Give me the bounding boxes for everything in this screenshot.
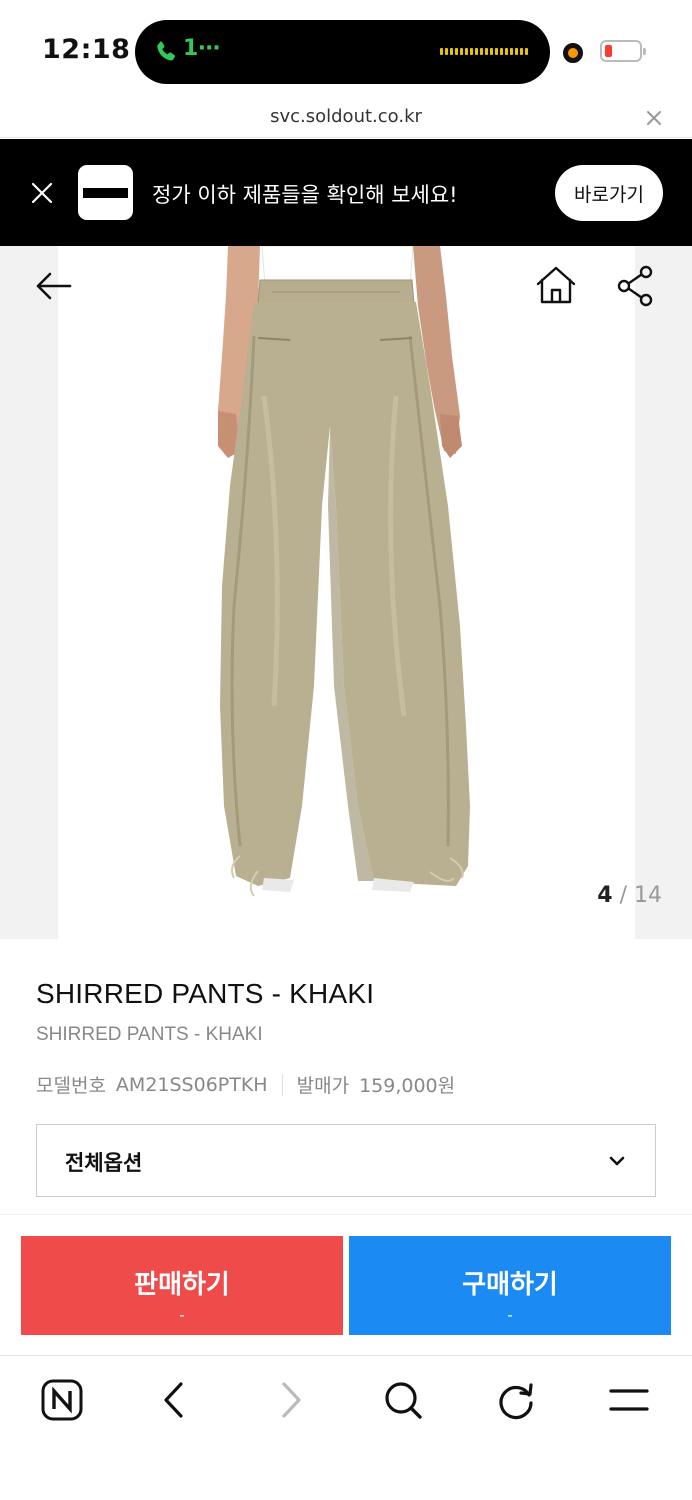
meta-divider [281, 1073, 283, 1096]
buy-button[interactable]: 구매하기 - [349, 1236, 671, 1335]
action-bar: 판매하기 - 구매하기 - [0, 1214, 692, 1356]
image-counter: 4 / 14 [597, 883, 662, 908]
audio-waveform-icon [440, 48, 528, 55]
buy-button-label: 구매하기 [462, 1269, 558, 1299]
go-now-button[interactable]: 바로가기 [555, 165, 663, 221]
url-bar[interactable]: svc.soldout.co.kr [0, 100, 692, 138]
image-current: 4 [597, 883, 613, 908]
status-bar: 12:18 1⋯ [0, 0, 692, 100]
release-price-value: 159,000원 [359, 1075, 456, 1097]
search-icon[interactable] [378, 1375, 428, 1425]
product-photo[interactable] [58, 245, 635, 939]
image-separator: / [612, 883, 634, 908]
sell-button-price: - [179, 1307, 185, 1324]
product-subtitle: SHIRRED PANTS - KHAKI [36, 1024, 263, 1045]
model-label: 모델번호 [36, 1075, 106, 1097]
sell-button[interactable]: 판매하기 - [21, 1236, 343, 1335]
phone-call-icon [157, 41, 176, 61]
home-icon[interactable] [532, 262, 580, 310]
chevron-right-icon[interactable] [265, 1375, 315, 1425]
close-icon[interactable] [642, 106, 666, 130]
chevron-down-icon [609, 1156, 625, 1166]
release-price-label: 발매가 [296, 1075, 350, 1097]
status-time: 12:18 [42, 34, 131, 65]
pants-illustration [218, 245, 470, 897]
back-arrow-icon[interactable] [30, 262, 78, 310]
chevron-left-icon[interactable] [150, 1375, 200, 1425]
call-duration: 1⋯ [183, 36, 221, 61]
banner-close-icon[interactable] [30, 181, 54, 205]
refresh-icon[interactable] [491, 1375, 541, 1425]
option-select-label: 전체옵션 [65, 1151, 143, 1175]
app-promo-banner: 정가 이하 제품들을 확인해 보세요! 바로가기 [0, 139, 692, 246]
sell-button-label: 판매하기 [134, 1269, 230, 1299]
option-select[interactable]: 전체옵션 [36, 1124, 656, 1197]
share-icon[interactable] [612, 262, 660, 310]
product-image-gallery[interactable]: 4 / 14 [0, 245, 692, 939]
product-title: SHIRRED PANTS - KHAKI [36, 978, 375, 1009]
recording-indicator-icon [563, 43, 583, 63]
model-value: AM21SS06PTKH [115, 1073, 268, 1096]
menu-icon[interactable] [604, 1375, 654, 1425]
naver-n-icon[interactable] [37, 1375, 87, 1425]
app-logo [78, 165, 133, 220]
url-text[interactable]: svc.soldout.co.kr [0, 106, 692, 127]
battery-icon [600, 40, 646, 62]
dynamic-island[interactable]: 1⋯ [135, 20, 550, 84]
browser-toolbar [0, 1357, 692, 1500]
buy-button-price: - [507, 1307, 513, 1324]
product-meta: 모델번호 AM21SS06PTKH 발매가 159,000원 [36, 1071, 455, 1098]
image-total: 14 [634, 883, 662, 908]
banner-message: 정가 이하 제품들을 확인해 보세요! [152, 183, 458, 207]
